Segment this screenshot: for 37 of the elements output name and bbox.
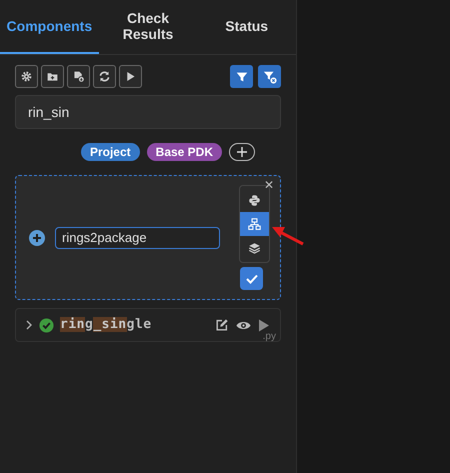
hierarchy-option[interactable]: [240, 212, 269, 236]
component-row[interactable]: ring_single .py: [15, 308, 281, 342]
search-field[interactable]: rin_sin: [15, 95, 281, 129]
tab[interactable]: Check Results: [98, 0, 198, 54]
close-button[interactable]: ✕: [264, 179, 274, 191]
refresh-icon: [98, 70, 111, 83]
play-button[interactable]: [119, 65, 142, 88]
plus-icon: [237, 147, 248, 157]
refresh-button[interactable]: [93, 65, 116, 88]
tab[interactable]: Components: [0, 0, 99, 54]
python-icon: [248, 194, 261, 206]
folder-plus-button[interactable]: [41, 65, 64, 88]
annotation-arrow: [272, 226, 304, 246]
check-icon: [246, 274, 258, 284]
name-field[interactable]: rings2package: [55, 226, 220, 248]
edit-icon[interactable]: [215, 318, 229, 332]
component-name: ring_single: [60, 316, 152, 334]
hierarchy-icon: [248, 218, 261, 230]
source-tag[interactable]: Base PDK: [146, 143, 222, 161]
filter-clear-icon: [262, 70, 276, 84]
source-tag[interactable]: Project: [80, 143, 140, 161]
check-circle-icon: [39, 318, 54, 332]
filter-icon: [234, 70, 248, 84]
chevron-icon[interactable]: [24, 320, 34, 330]
layers-icon: [248, 242, 261, 254]
file-button[interactable]: [67, 65, 90, 88]
filter-button[interactable]: [230, 65, 253, 88]
confirm-button[interactable]: [240, 267, 263, 290]
filter-clear-button[interactable]: [258, 65, 281, 88]
play-icon[interactable]: [258, 318, 270, 332]
tab[interactable]: Status: [197, 0, 296, 54]
file-extension: .py: [262, 330, 276, 344]
add-icon[interactable]: [29, 230, 45, 246]
file-icon: [72, 70, 85, 83]
settings-icon: [20, 70, 33, 83]
add-source-button[interactable]: [229, 143, 256, 161]
settings-button[interactable]: [15, 65, 38, 88]
